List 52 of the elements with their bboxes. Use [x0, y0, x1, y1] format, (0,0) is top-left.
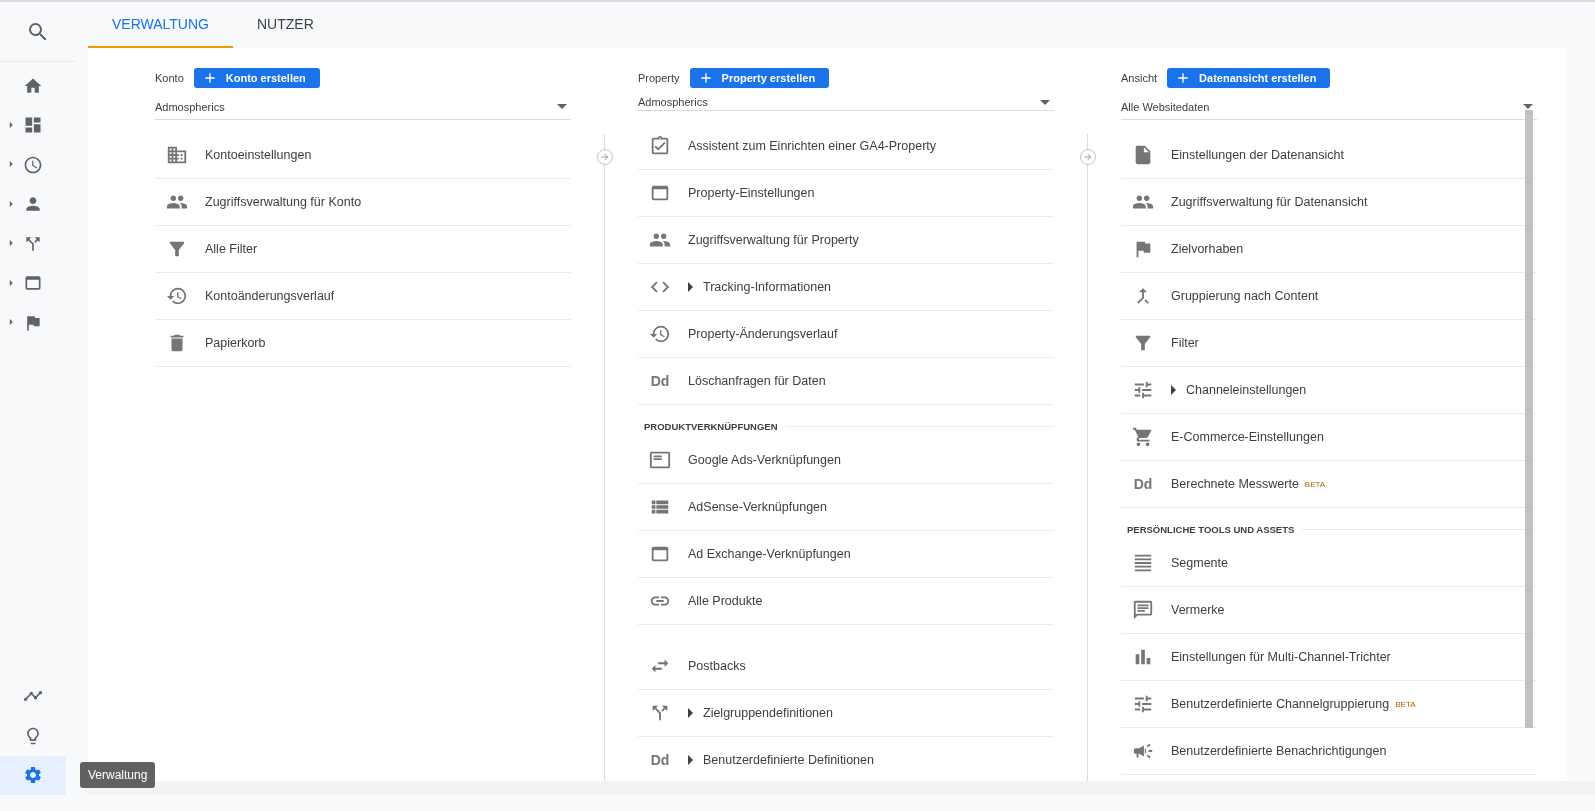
building-icon: [166, 144, 188, 166]
menu-link[interactable]: Ad Exchange-Verknüpfungen: [638, 531, 1054, 578]
menu-link[interactable]: Dd Löschanfragen für Daten: [638, 358, 1054, 405]
data-icon: Dd: [1131, 476, 1155, 492]
column-label: Ansicht: [1121, 72, 1158, 84]
beta-label: BETA: [1304, 479, 1326, 489]
menu-link[interactable]: Kontoeinstellungen: [155, 132, 571, 179]
comment-icon: [1132, 599, 1154, 621]
menu-link[interactable]: Kontoänderungsverlauf: [155, 273, 571, 320]
data-icon: Dd: [648, 373, 672, 389]
clipboard-check-icon: [649, 135, 671, 157]
clock-icon: [23, 154, 43, 175]
menu-link[interactable]: Alle Produkte: [638, 578, 1054, 625]
menu-link[interactable]: Zielgruppendefinitionen: [638, 690, 1054, 737]
create-button[interactable]: Konto erstellen: [193, 68, 320, 88]
menu-link[interactable]: Property-Änderungsverlauf: [638, 311, 1054, 358]
dropdown-arrow-icon: [557, 104, 567, 109]
sliders-icon: [1132, 693, 1154, 715]
history-icon: [166, 285, 188, 307]
menu-link[interactable]: Papierkorb: [155, 320, 571, 367]
menu-link[interactable]: Property-Einstellungen: [638, 170, 1054, 217]
create-button[interactable]: Datenansicht erstellen: [1167, 68, 1331, 88]
history-icon: [649, 323, 671, 345]
menu-link[interactable]: Zugriffsverwaltung für Konto: [155, 179, 571, 226]
menu-link[interactable]: Benutzerdefinierte Benachrichtigungen: [1121, 728, 1537, 775]
menu-link[interactable]: Zugriffsverwaltung für Property: [638, 217, 1054, 264]
menu-link[interactable]: Tracking-Informationen: [638, 264, 1054, 311]
menu-link[interactable]: Assistent zum Einrichten einer GA4-Property: [638, 123, 1054, 170]
data-icon: Dd: [648, 752, 672, 768]
menu-link[interactable]: AdSense-Verknüpfungen: [638, 484, 1054, 531]
sidebar-nav-button[interactable]: [0, 755, 66, 795]
create-button[interactable]: Property erstellen: [689, 68, 830, 88]
scrollbar[interactable]: [1525, 110, 1533, 728]
menu-link[interactable]: Alle Filter: [155, 226, 571, 273]
dropdown[interactable]: Admospherics: [638, 96, 1054, 111]
cart-icon: [1132, 426, 1154, 448]
dashboard-icon: [23, 115, 43, 136]
ad-panel-icon: [649, 449, 671, 471]
segments-icon: [1132, 552, 1154, 574]
menu-link[interactable]: Google Ads-Verknüpfungen: [638, 437, 1054, 484]
column-label: Property: [638, 72, 680, 84]
menu-link[interactable]: Postbacks: [638, 643, 1054, 690]
tab[interactable]: NUTZER: [233, 2, 338, 48]
column-label: Konto: [155, 72, 184, 84]
tooltip: Verwaltung: [80, 762, 156, 788]
dropdown-arrow-icon: [1040, 99, 1050, 105]
section-heading: PERSÖNLICHE TOOLS UND ASSETS: [1127, 523, 1295, 535]
sliders-icon: [1132, 379, 1154, 401]
settings-icon: [23, 765, 43, 786]
beta-label: BETA: [1395, 699, 1416, 709]
dropdown[interactable]: Admospherics: [155, 96, 571, 120]
section-heading: PRODUKTVERKNÜPFUNGEN: [644, 420, 778, 432]
